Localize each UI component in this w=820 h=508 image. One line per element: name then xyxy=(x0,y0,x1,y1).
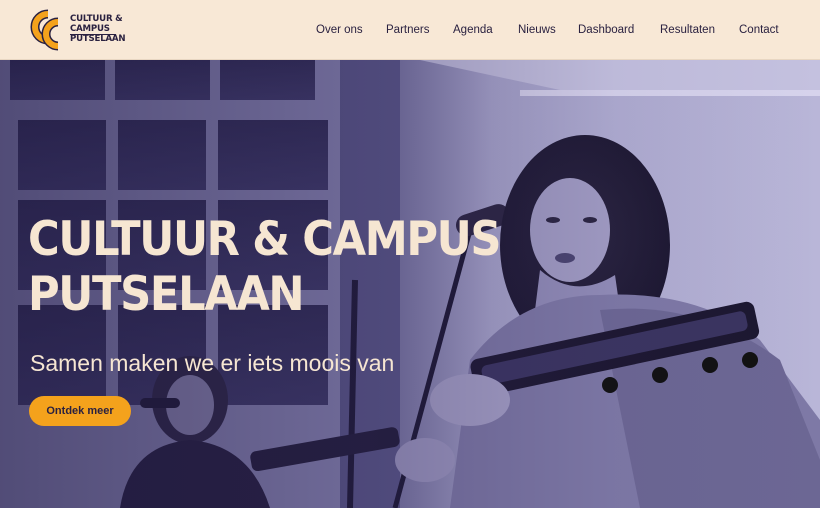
nav-partners[interactable]: Partners xyxy=(386,24,429,36)
nav-nieuws[interactable]: Nieuws xyxy=(518,24,556,36)
cc-logo-icon xyxy=(28,8,68,52)
site-logo[interactable]: CULTUUR & CAMPUS PUTSELAAN xyxy=(28,8,128,52)
nav-dashboard[interactable]: Dashboard xyxy=(578,24,634,36)
nav-agenda[interactable]: Agenda xyxy=(453,24,493,36)
hero-title: CULTUUR & CAMPUS PUTSELAAN xyxy=(28,212,502,322)
nav-contact[interactable]: Contact xyxy=(739,24,779,36)
logo-line-3: PUTSELAAN xyxy=(70,34,126,45)
nav-resultaten[interactable]: Resultaten xyxy=(660,24,715,36)
nav-over-ons[interactable]: Over ons xyxy=(316,24,363,36)
logo-wordmark: CULTUUR & CAMPUS PUTSELAAN xyxy=(70,15,126,45)
ontdek-meer-button[interactable]: Ontdek meer xyxy=(29,396,131,426)
hero-section: CULTUUR & CAMPUS PUTSELAAN Samen maken w… xyxy=(0,60,820,508)
hero-subtitle: Samen maken we er iets moois van xyxy=(30,350,395,376)
site-header: CULTUUR & CAMPUS PUTSELAAN Over ons Part… xyxy=(0,0,820,60)
